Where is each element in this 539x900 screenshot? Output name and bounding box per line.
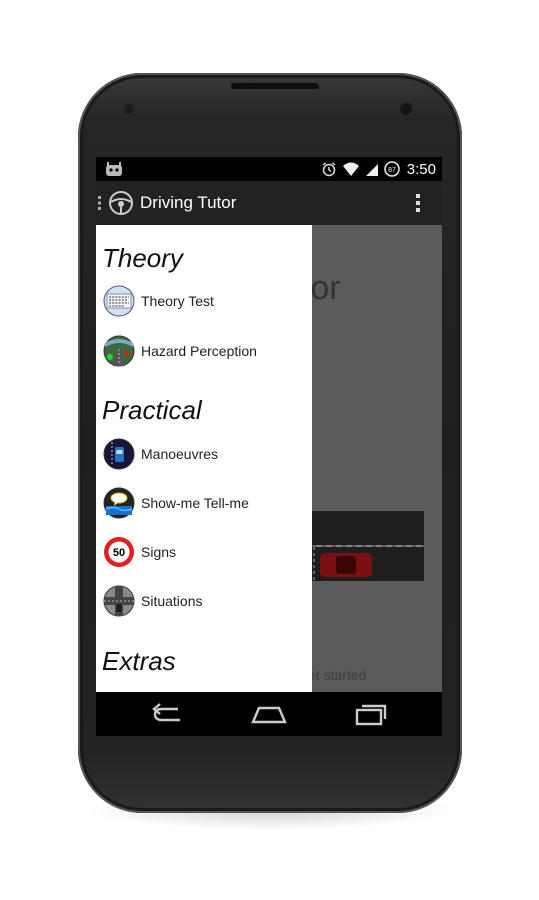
manoeuvres-icon bbox=[103, 438, 135, 470]
drawer-item-label: Theory Test bbox=[141, 293, 214, 309]
recent-apps-icon[interactable] bbox=[351, 700, 391, 728]
hazard-perception-icon bbox=[103, 335, 135, 367]
wifi-icon bbox=[342, 162, 359, 176]
phone-sensor bbox=[124, 104, 134, 114]
status-time: 3:50 bbox=[406, 160, 436, 178]
alarm-icon bbox=[322, 162, 336, 177]
battery-icon: 87 bbox=[384, 161, 400, 177]
show-me-tell-me-icon bbox=[103, 487, 135, 519]
drawer-item-situations[interactable]: Situations bbox=[96, 579, 312, 623]
road-illustration bbox=[306, 511, 424, 581]
drawer-item-show-me-tell-me[interactable]: Show-me Tell-me bbox=[96, 481, 312, 525]
action-bar: Driving Tutor bbox=[96, 181, 442, 225]
app-title: Driving Tutor bbox=[140, 193, 237, 212]
section-theory: Theory bbox=[102, 243, 183, 273]
android-notification-icon bbox=[106, 162, 122, 176]
drawer-item-label: Hazard Perception bbox=[141, 343, 257, 359]
drawer-item-hazard-perception[interactable]: Hazard Perception bbox=[96, 329, 312, 373]
status-icons: 87 3:50 bbox=[321, 157, 436, 181]
drawer-item-label: Situations bbox=[141, 593, 203, 609]
drawer-item-manoeuvres[interactable]: Manoeuvres bbox=[96, 432, 312, 476]
back-icon[interactable] bbox=[148, 700, 188, 728]
situations-icon bbox=[103, 585, 135, 617]
drawer-item-label: Signs bbox=[141, 544, 177, 560]
drawer-item-signs[interactable]: 50 Signs bbox=[96, 530, 312, 574]
overflow-menu-icon[interactable] bbox=[416, 193, 420, 213]
section-extras: Extras bbox=[102, 646, 176, 676]
front-camera bbox=[400, 103, 412, 115]
status-bar: 87 3:50 bbox=[96, 157, 442, 181]
screen: 87 3:50 Driving Tutor utor bbox=[96, 157, 442, 736]
system-nav-bar bbox=[96, 692, 442, 736]
steering-wheel-logo-icon[interactable] bbox=[108, 190, 134, 216]
home-icon[interactable] bbox=[249, 700, 289, 728]
background-hint: et started bbox=[308, 667, 367, 683]
drawer-item-theory-test[interactable]: Theory Test bbox=[96, 279, 312, 323]
drawer-indicator-icon[interactable] bbox=[98, 195, 102, 211]
section-practical: Practical bbox=[102, 395, 202, 425]
navigation-drawer: Theory Theory Test Hazard Perception Pra… bbox=[96, 225, 312, 692]
speed-sign-icon: 50 bbox=[104, 537, 134, 567]
svg-text:87: 87 bbox=[388, 167, 396, 174]
signal-icon bbox=[365, 163, 378, 176]
drawer-item-label: Manoeuvres bbox=[141, 446, 219, 462]
svg-text:50: 50 bbox=[113, 547, 125, 559]
theory-test-icon bbox=[103, 285, 135, 317]
drawer-item-label: Show-me Tell-me bbox=[141, 495, 249, 511]
phone-speaker bbox=[231, 83, 319, 89]
